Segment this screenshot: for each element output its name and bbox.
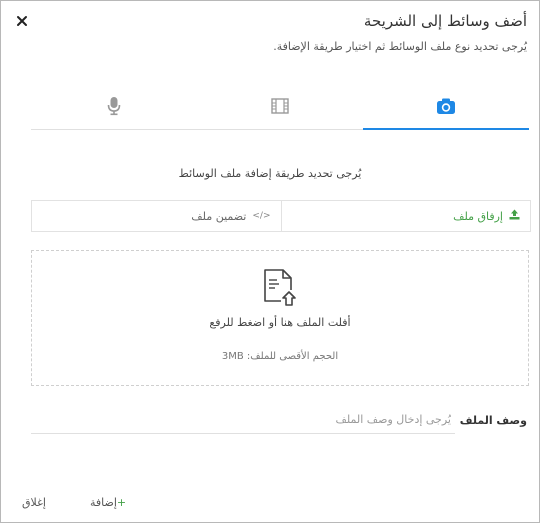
code-icon: </> xyxy=(252,211,271,221)
embed-file-label: تضمين ملف xyxy=(191,209,247,223)
close-button[interactable]: إغلاق xyxy=(22,496,46,509)
add-button-label: إضافة xyxy=(90,496,117,509)
dropzone-instructions: أفلت الملف هنا أو اضغط للرفع xyxy=(209,316,351,329)
dialog-subtitle: يُرجى تحديد نوع ملف الوسائط ثم اختيار طر… xyxy=(273,40,527,53)
file-dropzone[interactable]: أفلت الملف هنا أو اضغط للرفع الحجم الأقص… xyxy=(31,250,529,386)
max-file-size: الحجم الأقصى للملف: 3MB xyxy=(221,351,339,362)
add-method-selector: إرفاق ملف </> تضمين ملف xyxy=(31,200,531,232)
film-icon xyxy=(271,97,289,119)
microphone-icon xyxy=(107,96,121,120)
tab-video[interactable] xyxy=(197,87,363,129)
add-button[interactable]: +إضافة xyxy=(90,496,126,509)
file-upload-icon xyxy=(261,268,299,312)
media-type-tabs xyxy=(31,87,529,130)
tab-audio[interactable] xyxy=(31,87,197,129)
close-icon[interactable] xyxy=(14,13,30,29)
file-description-input[interactable] xyxy=(31,405,455,434)
camera-icon xyxy=(436,97,456,119)
method-prompt: يُرجى تحديد طريقة إضافة ملف الوسائط xyxy=(178,167,362,180)
embed-file-button[interactable]: </> تضمين ملف xyxy=(32,201,281,231)
plus-icon: + xyxy=(116,496,127,509)
attach-file-button[interactable]: إرفاق ملف xyxy=(280,201,531,231)
upload-icon xyxy=(509,209,520,223)
add-media-dialog: أضف وسائط إلى الشريحة يُرجى تحديد نوع مل… xyxy=(0,0,540,523)
attach-file-label: إرفاق ملف xyxy=(453,209,503,223)
tab-image[interactable] xyxy=(363,87,529,130)
dialog-title: أضف وسائط إلى الشريحة xyxy=(363,12,527,30)
file-description-label: وصف الملف xyxy=(459,414,527,427)
